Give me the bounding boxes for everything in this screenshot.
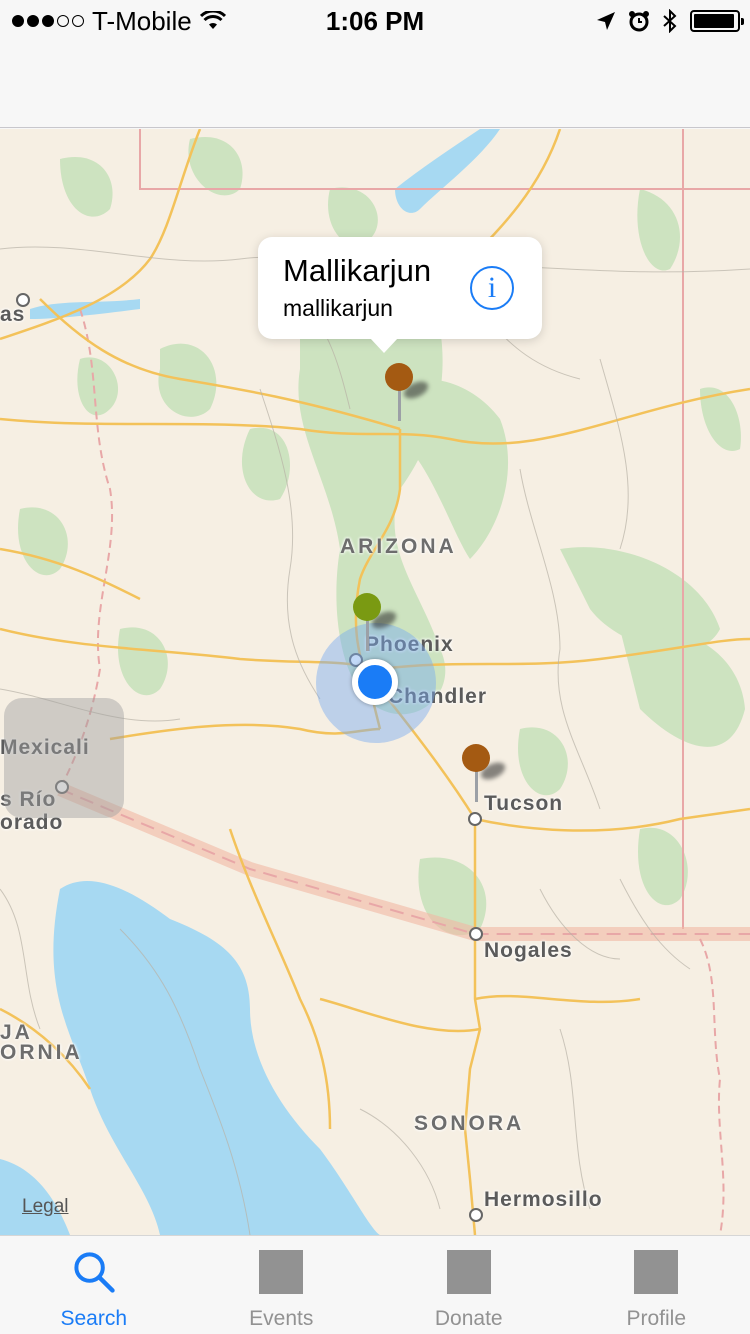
map-label-ornia: ORNIA [0,1041,83,1064]
tab-label-profile: Profile [626,1307,687,1330]
pin-needle [475,770,478,802]
map-label-as: as [0,303,26,326]
navigation-bar [0,40,750,128]
tab-profile[interactable]: Profile [563,1236,750,1334]
legal-link[interactable]: Legal [22,1196,69,1218]
user-location-dot[interactable] [352,659,398,705]
pin-callout[interactable]: Mallikarjun mallikarjun i [258,237,542,353]
location-arrow-icon [597,12,615,30]
map-label-tucson: Tucson [484,792,564,815]
status-bar: T-Mobile 1:06 PM [0,0,750,40]
pin-head [353,593,381,621]
placeholder-square-icon [259,1250,304,1294]
alarm-icon [629,11,649,32]
map-label-hermosillo: Hermosillo [484,1188,603,1211]
map-label-sonora: SONORA [414,1112,525,1135]
map-label-arizona: ARIZONA [340,535,457,558]
bluetooth-icon [663,9,677,33]
tab-label-search: Search [60,1307,128,1330]
pin-head [385,363,413,391]
status-right [596,6,744,36]
tab-search[interactable]: Search [0,1236,188,1334]
info-icon[interactable]: i [470,266,514,310]
tab-label-donate: Donate [434,1307,503,1330]
search-icon [74,1252,115,1293]
pin-needle [398,389,401,421]
map-compass-control[interactable] [4,698,124,818]
tab-donate[interactable]: Donate [375,1236,563,1334]
map-label-nogales: Nogales [484,939,573,962]
pin-needle [366,619,369,651]
tab-events[interactable]: Events [188,1236,376,1334]
tab-label-events: Events [249,1307,314,1330]
callout-title: Mallikarjun [283,253,432,288]
map-view[interactable]: as ARIZONA Phoenix Chandler Tucson Nogal… [0,129,750,1235]
placeholder-square-icon [446,1250,491,1294]
callout-subtitle: mallikarjun [283,295,393,321]
pin-head [462,744,490,772]
battery-icon [690,10,744,32]
placeholder-square-icon [634,1250,679,1294]
tab-bar: Search Events Donate Profile [0,1235,750,1334]
